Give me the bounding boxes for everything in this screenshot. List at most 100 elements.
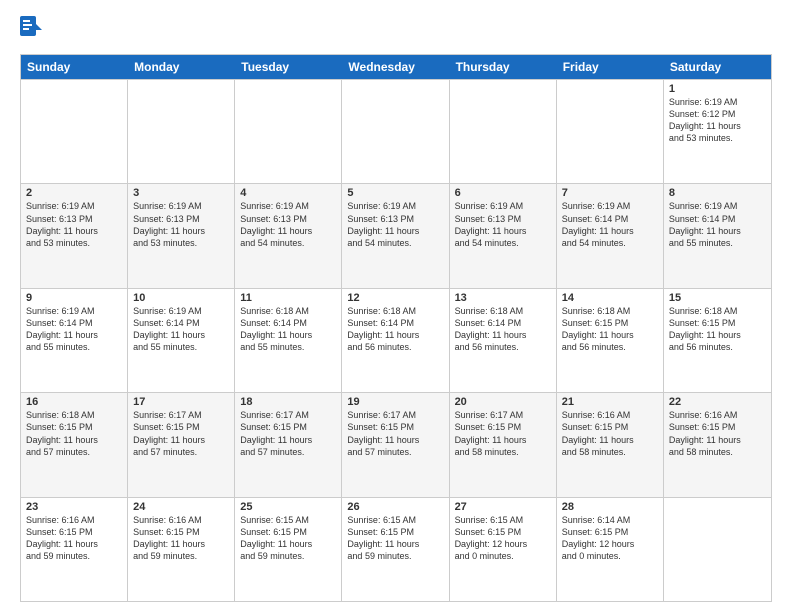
- day-info: Sunrise: 6:16 AM Sunset: 6:15 PM Dayligh…: [562, 409, 658, 458]
- day-number: 2: [26, 187, 122, 199]
- header-cell-tuesday: Tuesday: [235, 55, 342, 79]
- day-number: 23: [26, 501, 122, 513]
- calendar-cell-r2-c0: 9Sunrise: 6:19 AM Sunset: 6:14 PM Daylig…: [21, 289, 128, 392]
- day-number: 24: [133, 501, 229, 513]
- calendar-cell-r1-c6: 8Sunrise: 6:19 AM Sunset: 6:14 PM Daylig…: [664, 184, 771, 287]
- calendar-cell-r0-c6: 1Sunrise: 6:19 AM Sunset: 6:12 PM Daylig…: [664, 80, 771, 183]
- calendar-cell-r2-c1: 10Sunrise: 6:19 AM Sunset: 6:14 PM Dayli…: [128, 289, 235, 392]
- day-info: Sunrise: 6:15 AM Sunset: 6:15 PM Dayligh…: [240, 514, 336, 563]
- day-number: 5: [347, 187, 443, 199]
- header-cell-thursday: Thursday: [450, 55, 557, 79]
- day-number: 7: [562, 187, 658, 199]
- calendar-cell-r1-c3: 5Sunrise: 6:19 AM Sunset: 6:13 PM Daylig…: [342, 184, 449, 287]
- calendar-cell-r3-c5: 21Sunrise: 6:16 AM Sunset: 6:15 PM Dayli…: [557, 393, 664, 496]
- day-info: Sunrise: 6:16 AM Sunset: 6:15 PM Dayligh…: [26, 514, 122, 563]
- day-info: Sunrise: 6:18 AM Sunset: 6:15 PM Dayligh…: [26, 409, 122, 458]
- calendar-cell-r0-c1: [128, 80, 235, 183]
- day-info: Sunrise: 6:19 AM Sunset: 6:14 PM Dayligh…: [26, 305, 122, 354]
- day-number: 10: [133, 292, 229, 304]
- calendar-cell-r3-c0: 16Sunrise: 6:18 AM Sunset: 6:15 PM Dayli…: [21, 393, 128, 496]
- calendar-cell-r0-c2: [235, 80, 342, 183]
- day-info: Sunrise: 6:15 AM Sunset: 6:15 PM Dayligh…: [347, 514, 443, 563]
- calendar-cell-r3-c3: 19Sunrise: 6:17 AM Sunset: 6:15 PM Dayli…: [342, 393, 449, 496]
- day-number: 22: [669, 396, 766, 408]
- day-number: 15: [669, 292, 766, 304]
- calendar-cell-r3-c1: 17Sunrise: 6:17 AM Sunset: 6:15 PM Dayli…: [128, 393, 235, 496]
- day-info: Sunrise: 6:19 AM Sunset: 6:13 PM Dayligh…: [240, 200, 336, 249]
- day-number: 19: [347, 396, 443, 408]
- calendar-cell-r1-c1: 3Sunrise: 6:19 AM Sunset: 6:13 PM Daylig…: [128, 184, 235, 287]
- day-info: Sunrise: 6:14 AM Sunset: 6:15 PM Dayligh…: [562, 514, 658, 563]
- calendar-cell-r1-c0: 2Sunrise: 6:19 AM Sunset: 6:13 PM Daylig…: [21, 184, 128, 287]
- day-info: Sunrise: 6:16 AM Sunset: 6:15 PM Dayligh…: [133, 514, 229, 563]
- calendar-row-1: 2Sunrise: 6:19 AM Sunset: 6:13 PM Daylig…: [21, 183, 771, 287]
- day-info: Sunrise: 6:19 AM Sunset: 6:13 PM Dayligh…: [26, 200, 122, 249]
- calendar-cell-r4-c3: 26Sunrise: 6:15 AM Sunset: 6:15 PM Dayli…: [342, 498, 449, 601]
- header-cell-friday: Friday: [557, 55, 664, 79]
- calendar-cell-r4-c0: 23Sunrise: 6:16 AM Sunset: 6:15 PM Dayli…: [21, 498, 128, 601]
- day-info: Sunrise: 6:17 AM Sunset: 6:15 PM Dayligh…: [240, 409, 336, 458]
- calendar-header-row: SundayMondayTuesdayWednesdayThursdayFrid…: [21, 55, 771, 79]
- calendar-cell-r0-c0: [21, 80, 128, 183]
- calendar-cell-r1-c2: 4Sunrise: 6:19 AM Sunset: 6:13 PM Daylig…: [235, 184, 342, 287]
- calendar-row-2: 9Sunrise: 6:19 AM Sunset: 6:14 PM Daylig…: [21, 288, 771, 392]
- day-info: Sunrise: 6:17 AM Sunset: 6:15 PM Dayligh…: [133, 409, 229, 458]
- calendar-cell-r4-c2: 25Sunrise: 6:15 AM Sunset: 6:15 PM Dayli…: [235, 498, 342, 601]
- header-cell-saturday: Saturday: [664, 55, 771, 79]
- day-info: Sunrise: 6:18 AM Sunset: 6:14 PM Dayligh…: [240, 305, 336, 354]
- day-number: 13: [455, 292, 551, 304]
- day-number: 14: [562, 292, 658, 304]
- calendar-row-3: 16Sunrise: 6:18 AM Sunset: 6:15 PM Dayli…: [21, 392, 771, 496]
- calendar-cell-r2-c4: 13Sunrise: 6:18 AM Sunset: 6:14 PM Dayli…: [450, 289, 557, 392]
- day-number: 25: [240, 501, 336, 513]
- day-number: 27: [455, 501, 551, 513]
- day-number: 6: [455, 187, 551, 199]
- calendar: SundayMondayTuesdayWednesdayThursdayFrid…: [20, 54, 772, 602]
- calendar-cell-r2-c5: 14Sunrise: 6:18 AM Sunset: 6:15 PM Dayli…: [557, 289, 664, 392]
- day-info: Sunrise: 6:19 AM Sunset: 6:13 PM Dayligh…: [347, 200, 443, 249]
- calendar-row-4: 23Sunrise: 6:16 AM Sunset: 6:15 PM Dayli…: [21, 497, 771, 601]
- day-info: Sunrise: 6:19 AM Sunset: 6:14 PM Dayligh…: [669, 200, 766, 249]
- calendar-cell-r2-c3: 12Sunrise: 6:18 AM Sunset: 6:14 PM Dayli…: [342, 289, 449, 392]
- calendar-cell-r3-c2: 18Sunrise: 6:17 AM Sunset: 6:15 PM Dayli…: [235, 393, 342, 496]
- day-number: 1: [669, 83, 766, 95]
- page: SundayMondayTuesdayWednesdayThursdayFrid…: [0, 0, 792, 612]
- calendar-row-0: 1Sunrise: 6:19 AM Sunset: 6:12 PM Daylig…: [21, 79, 771, 183]
- day-number: 8: [669, 187, 766, 199]
- day-info: Sunrise: 6:18 AM Sunset: 6:15 PM Dayligh…: [669, 305, 766, 354]
- day-info: Sunrise: 6:18 AM Sunset: 6:14 PM Dayligh…: [455, 305, 551, 354]
- calendar-cell-r2-c6: 15Sunrise: 6:18 AM Sunset: 6:15 PM Dayli…: [664, 289, 771, 392]
- day-info: Sunrise: 6:17 AM Sunset: 6:15 PM Dayligh…: [455, 409, 551, 458]
- calendar-cell-r4-c1: 24Sunrise: 6:16 AM Sunset: 6:15 PM Dayli…: [128, 498, 235, 601]
- day-number: 20: [455, 396, 551, 408]
- calendar-cell-r0-c5: [557, 80, 664, 183]
- header: [20, 16, 772, 46]
- day-info: Sunrise: 6:17 AM Sunset: 6:15 PM Dayligh…: [347, 409, 443, 458]
- day-info: Sunrise: 6:19 AM Sunset: 6:12 PM Dayligh…: [669, 96, 766, 145]
- day-info: Sunrise: 6:18 AM Sunset: 6:14 PM Dayligh…: [347, 305, 443, 354]
- day-number: 26: [347, 501, 443, 513]
- day-number: 18: [240, 396, 336, 408]
- calendar-cell-r1-c4: 6Sunrise: 6:19 AM Sunset: 6:13 PM Daylig…: [450, 184, 557, 287]
- calendar-cell-r3-c6: 22Sunrise: 6:16 AM Sunset: 6:15 PM Dayli…: [664, 393, 771, 496]
- day-info: Sunrise: 6:15 AM Sunset: 6:15 PM Dayligh…: [455, 514, 551, 563]
- day-number: 11: [240, 292, 336, 304]
- day-number: 3: [133, 187, 229, 199]
- calendar-cell-r4-c4: 27Sunrise: 6:15 AM Sunset: 6:15 PM Dayli…: [450, 498, 557, 601]
- header-cell-sunday: Sunday: [21, 55, 128, 79]
- calendar-cell-r2-c2: 11Sunrise: 6:18 AM Sunset: 6:14 PM Dayli…: [235, 289, 342, 392]
- calendar-cell-r3-c4: 20Sunrise: 6:17 AM Sunset: 6:15 PM Dayli…: [450, 393, 557, 496]
- day-info: Sunrise: 6:19 AM Sunset: 6:14 PM Dayligh…: [133, 305, 229, 354]
- calendar-cell-r4-c6: [664, 498, 771, 601]
- day-info: Sunrise: 6:19 AM Sunset: 6:14 PM Dayligh…: [562, 200, 658, 249]
- day-number: 28: [562, 501, 658, 513]
- day-info: Sunrise: 6:18 AM Sunset: 6:15 PM Dayligh…: [562, 305, 658, 354]
- header-cell-wednesday: Wednesday: [342, 55, 449, 79]
- day-number: 12: [347, 292, 443, 304]
- calendar-body: 1Sunrise: 6:19 AM Sunset: 6:12 PM Daylig…: [21, 79, 771, 601]
- day-number: 17: [133, 396, 229, 408]
- day-number: 4: [240, 187, 336, 199]
- day-number: 16: [26, 396, 122, 408]
- logo: [20, 16, 42, 46]
- calendar-cell-r0-c3: [342, 80, 449, 183]
